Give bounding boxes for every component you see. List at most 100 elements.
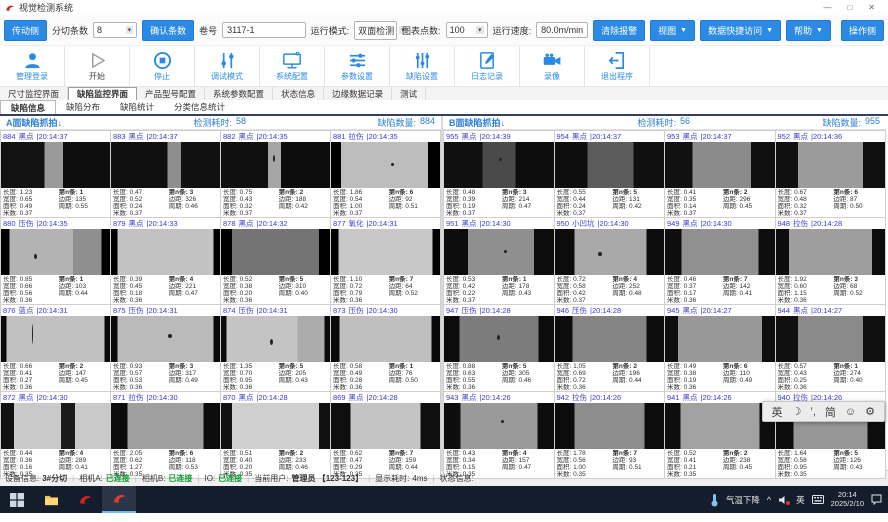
defect-cell[interactable]: 950小凹坑|20:14:30长度: 0.72宽度: 0.58面积: 0.42米… — [555, 218, 665, 304]
defect-cell[interactable]: 884黑点|20:14:37长度: 1.23宽度: 0.65面积: 0.49米数… — [1, 131, 110, 217]
defect-cell[interactable]: 952黑点|20:14:36长度: 0.67宽度: 0.48面积: 0.32米数… — [776, 131, 886, 217]
defect-cell[interactable]: 874压伤|20:14:31长度: 1.35宽度: 0.70面积: 0.95米数… — [221, 305, 330, 391]
defect-cell[interactable]: 875压伤|20:14:31长度: 0.93宽度: 0.57面积: 0.53米数… — [111, 305, 220, 391]
defect-thumbnail[interactable] — [665, 142, 775, 188]
defect-thumbnail[interactable] — [331, 403, 440, 449]
defect-cell[interactable]: 955黑点|20:14:39长度: 0.48宽度: 0.39面积: 0.19米数… — [444, 131, 554, 217]
defect-cell[interactable]: 945黑点|20:14:27长度: 0.49宽度: 0.38面积: 0.19米数… — [665, 305, 775, 391]
sub-tab-2[interactable]: 缺陷统计 — [110, 100, 164, 114]
defect-cell[interactable]: 949黑点|20:14:30长度: 0.46宽度: 0.37面积: 0.17米数… — [665, 218, 775, 304]
toolbar-button-camera[interactable]: 录像 — [520, 46, 585, 86]
minimize-button[interactable]: — — [823, 3, 831, 12]
ime-lang-cn[interactable]: 简 — [825, 404, 836, 420]
toolbar-button-monitor[interactable]: 系统配置 — [260, 46, 325, 86]
defect-thumbnail[interactable] — [665, 229, 775, 275]
defect-cell[interactable]: 879黑点|20:14:33长度: 0.39宽度: 0.45面积: 0.18米数… — [111, 218, 220, 304]
defect-cell[interactable]: 872黑点|20:14:30长度: 0.44宽度: 0.36面积: 0.16米数… — [1, 392, 110, 478]
main-tab-6[interactable]: 测试 — [392, 87, 426, 100]
main-tab-4[interactable]: 状态信息 — [273, 87, 324, 100]
defect-cell[interactable]: 882黑点|20:14:35长度: 0.75宽度: 0.43面积: 0.32米数… — [221, 131, 330, 217]
defect-cell[interactable]: 869黑点|20:14:28长度: 0.62宽度: 0.47面积: 0.29米数… — [331, 392, 440, 478]
tray-expand-icon[interactable]: ^ — [767, 495, 771, 505]
defect-cell[interactable]: 878黑点|20:14:32长度: 0.52宽度: 0.38面积: 0.20米数… — [221, 218, 330, 304]
defect-thumbnail[interactable] — [111, 229, 220, 275]
defect-cell[interactable]: 877氧化|20:14:31长度: 1.10宽度: 0.72面积: 0.79米数… — [331, 218, 440, 304]
defect-cell[interactable]: 946压伤|20:14:28长度: 1.05宽度: 0.69面积: 0.72米数… — [555, 305, 665, 391]
defect-thumbnail[interactable] — [221, 229, 330, 275]
defect-thumbnail[interactable] — [444, 142, 554, 188]
defect-cell[interactable]: 947压伤|20:14:28长度: 0.88宽度: 0.63面积: 0.55米数… — [444, 305, 554, 391]
taskbar-app-red-active-icon[interactable] — [102, 486, 136, 513]
defect-cell[interactable]: 873压伤|20:14:30长度: 0.58宽度: 0.49面积: 0.28米数… — [331, 305, 440, 391]
defect-thumbnail[interactable] — [1, 403, 110, 449]
clear-alarm-button[interactable]: 清除报警 — [593, 20, 645, 41]
ime-moon-icon[interactable]: ☽ — [792, 405, 802, 418]
keyboard-icon[interactable] — [812, 495, 824, 504]
defect-thumbnail[interactable] — [665, 403, 775, 449]
defect-thumbnail[interactable] — [1, 229, 110, 275]
main-tab-5[interactable]: 边缘数据记录 — [324, 87, 392, 100]
defect-thumbnail[interactable] — [331, 316, 440, 362]
defect-thumbnail[interactable] — [776, 316, 886, 362]
ime-gear-icon[interactable]: ⚙ — [865, 405, 875, 418]
maximize-button[interactable]: □ — [847, 3, 852, 12]
defect-thumbnail[interactable] — [1, 142, 110, 188]
defect-thumbnail[interactable] — [111, 403, 220, 449]
defect-cell[interactable]: 871拉伤|20:14:30长度: 2.05宽度: 0.62面积: 1.27米数… — [111, 392, 220, 478]
defect-thumbnail[interactable] — [221, 403, 330, 449]
view-menu-button[interactable]: 视图▼ — [650, 20, 695, 41]
sort-down-icon[interactable]: ↓ — [501, 118, 506, 128]
run-mode-select[interactable]: 双面检测▾ — [354, 21, 397, 40]
toolbar-button-user[interactable]: 管理登录 — [0, 46, 65, 86]
defect-thumbnail[interactable] — [555, 142, 665, 188]
defect-thumbnail[interactable] — [221, 316, 330, 362]
defect-thumbnail[interactable] — [111, 316, 220, 362]
defect-cell[interactable]: 943黑点|20:14:26长度: 0.43宽度: 0.34面积: 0.15米数… — [444, 392, 554, 478]
main-tab-2[interactable]: 产品型号配置 — [137, 87, 205, 100]
taskbar-start-icon[interactable] — [0, 486, 34, 513]
defect-thumbnail[interactable] — [444, 316, 554, 362]
drive-side-button[interactable]: 传动侧 — [4, 20, 47, 41]
defect-thumbnail[interactable] — [1, 316, 110, 362]
operate-side-button[interactable]: 操作侧 — [841, 20, 884, 41]
notification-icon[interactable] — [871, 494, 882, 505]
defect-cell[interactable]: 941黑点|20:14:26长度: 0.52宽度: 0.41面积: 0.21米数… — [665, 392, 775, 478]
defect-cell[interactable]: 881拉伤|20:14:35长度: 1.86宽度: 0.54面积: 1.00米数… — [331, 131, 440, 217]
sub-tab-3[interactable]: 分类信息统计 — [164, 100, 235, 114]
close-button[interactable]: ✕ — [868, 3, 875, 12]
defect-cell[interactable]: 951黑点|20:14:30长度: 0.53宽度: 0.42面积: 0.22米数… — [444, 218, 554, 304]
defect-cell[interactable]: 953黑点|20:14:37长度: 0.41宽度: 0.35面积: 0.14米数… — [665, 131, 775, 217]
main-tab-1[interactable]: 缺陷监控界面 — [68, 87, 137, 100]
defect-cell[interactable]: 876蓝点|20:14:31长度: 0.66宽度: 0.41面积: 0.27米数… — [1, 305, 110, 391]
ime-smiley-icon[interactable]: ☺ — [845, 406, 856, 418]
defect-cell[interactable]: 942拉伤|20:14:26长度: 1.78宽度: 0.56面积: 1.00米数… — [555, 392, 665, 478]
toolbar-button-params[interactable]: 参数设置 — [325, 46, 390, 86]
taskbar-explorer-icon[interactable] — [34, 486, 68, 513]
clock[interactable]: 20:14 2025/2/10 — [831, 491, 864, 508]
taskbar-app-red-icon[interactable] — [68, 486, 102, 513]
defect-thumbnail[interactable] — [665, 316, 775, 362]
defect-cell[interactable]: 880压伤|20:14:35长度: 0.85宽度: 0.66面积: 0.56米数… — [1, 218, 110, 304]
defect-thumbnail[interactable] — [221, 142, 330, 188]
slit-count-select[interactable]: 8▾ — [93, 22, 137, 38]
toolbar-button-tune[interactable]: 调试模式 — [195, 46, 260, 86]
toolbar-button-stop[interactable]: 停止 — [130, 46, 195, 86]
main-tab-3[interactable]: 系统参数配置 — [205, 87, 273, 100]
defect-cell[interactable]: 883黑点|20:14:37长度: 0.47宽度: 0.52面积: 0.24米数… — [111, 131, 220, 217]
toolbar-button-play[interactable]: 开始 — [65, 46, 130, 86]
speaker-icon[interactable] — [778, 495, 789, 505]
defect-cell[interactable]: 870黑点|20:14:28长度: 0.51宽度: 0.40面积: 0.20米数… — [221, 392, 330, 478]
weather-text[interactable]: 气温下降 — [726, 494, 760, 506]
help-menu-button[interactable]: 帮助▼ — [786, 20, 831, 41]
defect-thumbnail[interactable] — [555, 403, 665, 449]
sub-tab-0[interactable]: 缺陷信息 — [0, 100, 56, 114]
defect-thumbnail[interactable] — [331, 229, 440, 275]
ime-lang-en[interactable]: 英 — [772, 404, 783, 420]
defect-thumbnail[interactable] — [555, 316, 665, 362]
toolbar-button-exit[interactable]: 退出程序 — [585, 46, 650, 86]
sort-down-icon[interactable]: ↓ — [58, 118, 63, 128]
chart-points-select[interactable]: 100▾ — [446, 22, 488, 38]
defect-thumbnail[interactable] — [776, 229, 886, 275]
defect-thumbnail[interactable] — [111, 142, 220, 188]
roll-number-input[interactable]: 3117-1 — [222, 22, 305, 38]
